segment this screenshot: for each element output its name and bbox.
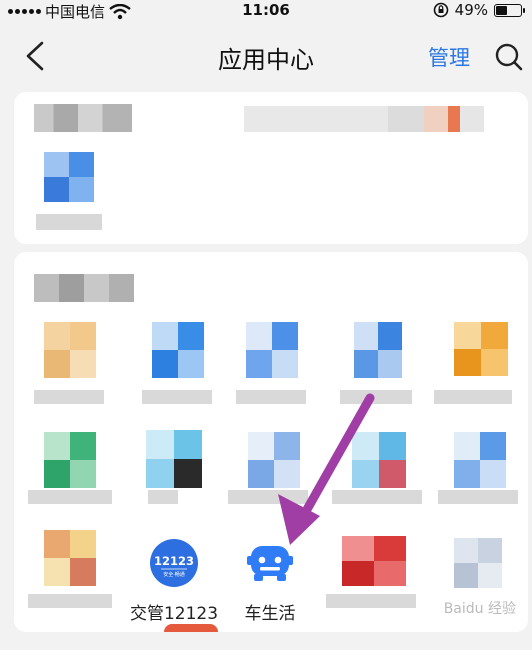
pixelated-app-icon[interactable] <box>454 538 502 588</box>
pixelated-app-icon[interactable] <box>44 530 96 586</box>
pixelated-app-icon[interactable] <box>44 322 96 378</box>
pixelated-app-icon[interactable] <box>354 322 402 378</box>
status-bar: 中国电信 11:06 49% <box>0 0 532 21</box>
app-label: 车生活 <box>244 604 296 624</box>
pixelated-app-icon[interactable] <box>246 322 298 378</box>
pixelated-app-label <box>236 390 306 404</box>
app-jiaoguan-12123[interactable]: 12123 安全·畅通 交管12123 <box>120 538 228 650</box>
manage-button[interactable]: 管理 <box>428 42 470 72</box>
pixelated-app-label <box>332 490 422 504</box>
chevron-left-icon[interactable] <box>22 40 50 72</box>
search-icon[interactable] <box>494 42 524 72</box>
pixelated-app-icon[interactable] <box>342 536 406 586</box>
pixelated-app-icon[interactable] <box>454 322 508 376</box>
pixelated-app-label <box>28 490 112 504</box>
pixelated-app-label <box>142 390 212 404</box>
pixelated-app-label <box>28 594 112 608</box>
car-life-icon <box>247 546 293 581</box>
jiaoguan-12123-icon: 12123 安全·畅通 <box>150 539 198 587</box>
pixelated-app-label <box>34 390 104 404</box>
battery-percent: 49% <box>454 1 488 19</box>
pixelated-app-label <box>228 490 308 504</box>
pixelated-app-label <box>438 490 518 504</box>
pixelated-app-label <box>434 390 512 404</box>
pixelated-section-link <box>244 106 484 132</box>
jiaoguan-icon-text: 12123 <box>154 554 194 568</box>
pixelated-app-label <box>148 490 178 504</box>
pixelated-app-label <box>36 214 102 230</box>
pixelated-app-icon[interactable] <box>248 432 300 488</box>
pixelated-app-icon <box>44 152 94 202</box>
app-grid-card: 12123 安全·畅通 交管12123 车生活 <box>14 252 528 632</box>
app-label: 交管12123 <box>129 604 219 624</box>
battery-icon <box>494 3 525 17</box>
app-car-life[interactable]: 车生活 <box>216 538 324 650</box>
pixelated-app-icon[interactable] <box>352 432 406 488</box>
nav-bar: 应用中心 管理 <box>0 22 532 88</box>
pixelated-app-icon[interactable] <box>44 432 96 488</box>
pixelated-app-label <box>340 390 412 404</box>
pixelated-app-icon[interactable] <box>146 430 202 488</box>
pixelated-app-icon[interactable] <box>454 432 506 488</box>
rotation-lock-icon <box>433 2 448 18</box>
pixelated-app-label <box>326 594 416 608</box>
my-apps-card <box>14 92 528 244</box>
jiaoguan-icon-subtext: 安全·畅通 <box>163 571 185 578</box>
watermark: Baidu 经验 <box>443 601 516 617</box>
pixelated-app-icon[interactable] <box>164 624 218 632</box>
pixelated-app-icon[interactable] <box>152 322 204 378</box>
pixelated-section-title <box>34 104 132 132</box>
pixelated-section-title <box>34 274 134 302</box>
